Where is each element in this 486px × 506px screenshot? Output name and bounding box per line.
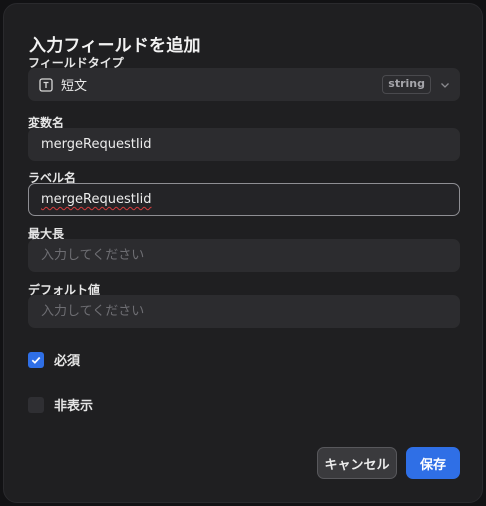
required-checkbox[interactable]	[28, 351, 44, 368]
default-value-input[interactable]	[41, 304, 447, 319]
cancel-button[interactable]: キャンセル	[317, 447, 397, 479]
field-type-value: 短文	[61, 79, 88, 94]
label-name-field[interactable]: mergeRequestIid	[28, 183, 460, 216]
field-type-select[interactable]: 短文 string	[28, 68, 460, 101]
dialog-title: 入力フィールドを追加	[29, 36, 201, 56]
text-field-icon	[39, 77, 53, 92]
hidden-label: 非表示	[54, 399, 94, 414]
required-option[interactable]: 必須	[28, 350, 80, 369]
chevron-down-icon	[439, 79, 451, 91]
field-type-selected: 短文	[39, 75, 87, 94]
field-type-badge: string	[382, 75, 431, 94]
field-type-right: string	[382, 75, 451, 94]
check-icon	[31, 356, 41, 364]
hidden-checkbox[interactable]	[28, 396, 44, 413]
default-value-field[interactable]	[28, 295, 460, 328]
max-length-field[interactable]	[28, 239, 460, 272]
label-name-input[interactable]: mergeRequestIid	[41, 192, 152, 207]
variable-name-input[interactable]	[41, 137, 447, 152]
required-label: 必須	[54, 354, 81, 369]
variable-name-field[interactable]	[28, 128, 460, 161]
add-input-field-dialog: 入力フィールドを追加 フィールドタイプ 短文 string 変数名 ラベ	[3, 3, 483, 503]
max-length-input[interactable]	[41, 248, 447, 263]
save-button[interactable]: 保存	[406, 447, 460, 479]
hidden-option[interactable]: 非表示	[28, 395, 93, 414]
